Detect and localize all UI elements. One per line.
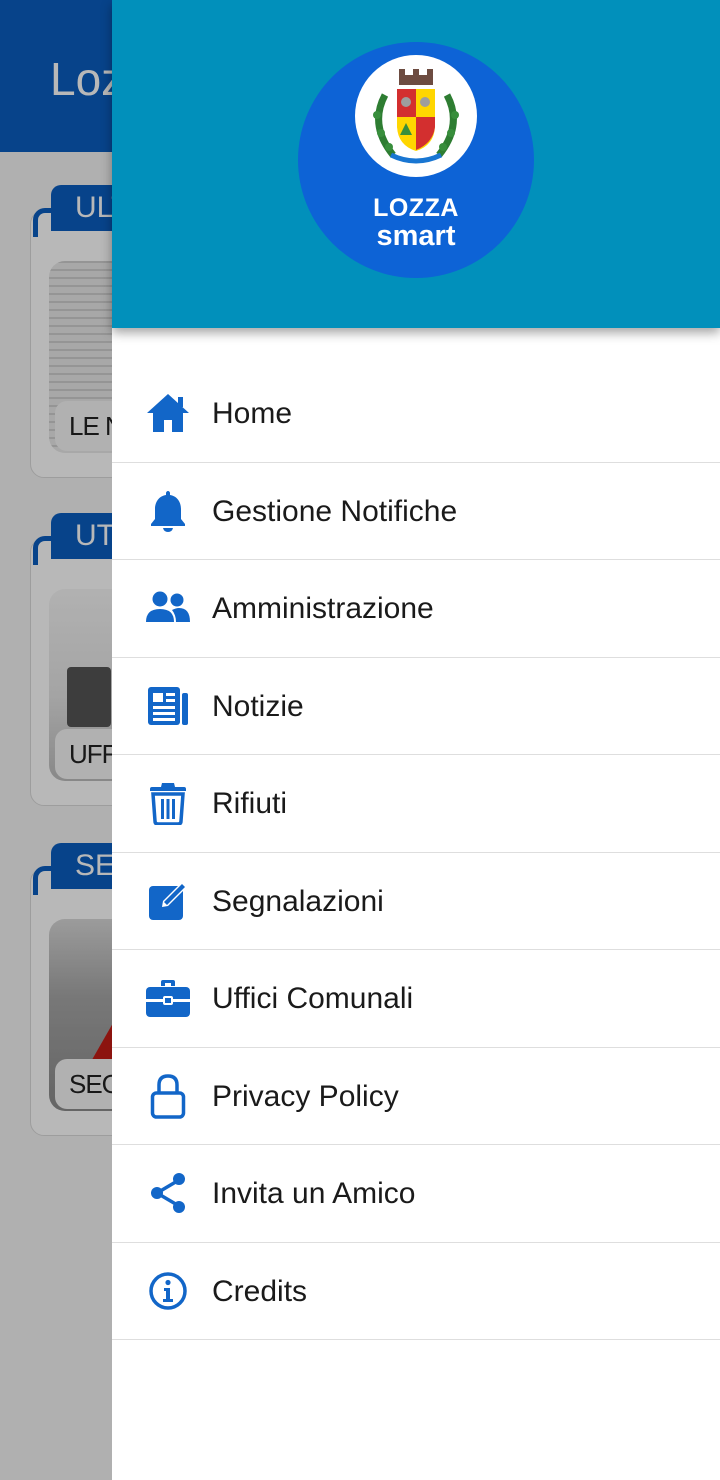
menu-item-home[interactable]: Home xyxy=(112,365,720,463)
menu-item-offices[interactable]: Uffici Comunali xyxy=(112,950,720,1048)
logo-subtitle: smart xyxy=(376,220,456,252)
menu-label: Privacy Policy xyxy=(212,1079,399,1113)
menu-label: Segnalazioni xyxy=(212,884,384,918)
coat-of-arms-icon xyxy=(355,55,477,177)
menu-item-waste[interactable]: Rifiuti xyxy=(112,755,720,853)
home-icon xyxy=(144,389,192,437)
lock-icon xyxy=(144,1072,192,1120)
menu-item-invite[interactable]: Invita un Amico xyxy=(112,1145,720,1243)
info-icon xyxy=(144,1267,192,1315)
app-logo: LOZZA smart xyxy=(298,42,534,278)
drawer-header: LOZZA smart xyxy=(112,0,720,328)
menu-item-administration[interactable]: Amministrazione xyxy=(112,560,720,658)
navigation-drawer: LOZZA smart Home Gestione Notifiche Ammi… xyxy=(112,0,720,1480)
menu-label: Rifiuti xyxy=(212,787,288,820)
briefcase-icon xyxy=(144,974,192,1022)
drawer-menu: Home Gestione Notifiche Amministrazione … xyxy=(112,365,720,1340)
share-icon xyxy=(144,1169,192,1217)
menu-item-notifications[interactable]: Gestione Notifiche xyxy=(112,463,720,560)
edit-icon xyxy=(144,877,192,925)
users-icon xyxy=(144,584,192,632)
newspaper-icon xyxy=(144,682,192,730)
menu-item-news[interactable]: Notizie xyxy=(112,658,720,755)
menu-item-privacy[interactable]: Privacy Policy xyxy=(112,1048,720,1145)
menu-item-credits[interactable]: Credits xyxy=(112,1243,720,1340)
menu-label: Uffici Comunali xyxy=(212,982,414,1015)
menu-item-reports[interactable]: Segnalazioni xyxy=(112,853,720,950)
trash-icon xyxy=(144,779,192,827)
menu-label: Notizie xyxy=(212,689,304,723)
menu-label: Amministrazione xyxy=(212,592,434,625)
menu-label: Credits xyxy=(212,1274,308,1308)
bell-icon xyxy=(144,487,192,535)
logo-title: LOZZA xyxy=(373,194,459,222)
menu-label: Home xyxy=(212,397,293,430)
menu-label: Invita un Amico xyxy=(212,1177,416,1210)
menu-label: Gestione Notifiche xyxy=(212,494,458,528)
